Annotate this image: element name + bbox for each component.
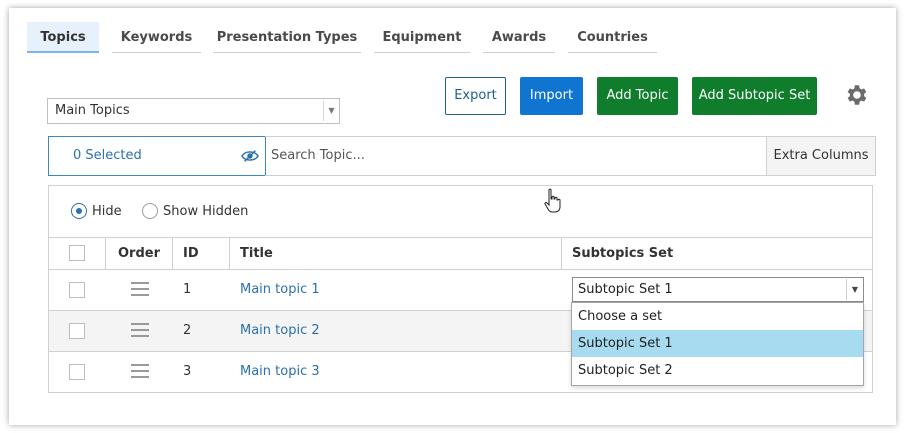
add-topic-button[interactable]: Add Topic bbox=[597, 77, 678, 115]
gear-icon[interactable] bbox=[843, 82, 869, 108]
row-checkbox[interactable] bbox=[69, 282, 85, 298]
column-header-title[interactable]: Title bbox=[230, 238, 562, 269]
row-checkbox[interactable] bbox=[69, 364, 85, 380]
drag-handle-icon[interactable] bbox=[131, 323, 149, 341]
drag-handle-icon[interactable] bbox=[131, 282, 149, 300]
tab-equipment[interactable]: Equipment bbox=[374, 22, 470, 53]
drag-handle-icon[interactable] bbox=[131, 364, 149, 382]
subtopic-set-select[interactable]: Subtopic Set 1 ▼ bbox=[572, 277, 864, 302]
option-subtopic-set-2[interactable]: Subtopic Set 2 bbox=[572, 357, 863, 384]
row-title-link[interactable]: Main topic 3 bbox=[240, 352, 320, 392]
tab-presentation-types[interactable]: Presentation Types bbox=[213, 22, 361, 53]
row-id: 3 bbox=[183, 364, 192, 379]
tab-countries[interactable]: Countries bbox=[568, 22, 657, 53]
radio-button-checked[interactable] bbox=[71, 203, 87, 219]
subtopic-set-value: Subtopic Set 1 bbox=[578, 282, 673, 297]
option-choose-a-set[interactable]: Choose a set bbox=[572, 303, 863, 330]
column-header-id[interactable]: ID bbox=[173, 238, 230, 269]
column-header-order[interactable]: Order bbox=[106, 238, 173, 269]
row-title-link[interactable]: Main topic 2 bbox=[240, 311, 320, 351]
import-button[interactable]: Import bbox=[520, 77, 583, 115]
tab-topics[interactable]: Topics bbox=[27, 22, 99, 53]
export-button[interactable]: Export bbox=[445, 77, 506, 115]
chevron-down-icon: ▼ bbox=[323, 101, 339, 121]
radio-hide-label: Hide bbox=[92, 203, 122, 219]
chevron-down-icon[interactable]: ▼ bbox=[846, 279, 863, 300]
option-subtopic-set-1[interactable]: Subtopic Set 1 bbox=[572, 330, 863, 357]
selected-count-box[interactable]: 0 Selected bbox=[48, 136, 266, 176]
row-id: 1 bbox=[183, 282, 192, 297]
add-subtopic-set-button[interactable]: Add Subtopic Set bbox=[692, 77, 817, 115]
hand-cursor-icon bbox=[544, 188, 561, 213]
select-all-checkbox[interactable] bbox=[69, 245, 85, 261]
topic-group-value: Main Topics bbox=[55, 103, 130, 118]
row-id: 2 bbox=[183, 323, 192, 338]
tab-awards[interactable]: Awards bbox=[483, 22, 555, 53]
radio-show-hidden-label: Show Hidden bbox=[163, 203, 249, 219]
radio-show-hidden[interactable]: Show Hidden bbox=[142, 203, 248, 219]
column-header-subtopics-set[interactable]: Subtopics Set bbox=[562, 238, 872, 269]
topic-group-select[interactable]: Main Topics ▼ bbox=[47, 98, 340, 124]
radio-hide[interactable]: Hide bbox=[71, 203, 122, 219]
selected-count: 0 Selected bbox=[73, 148, 142, 163]
tab-keywords[interactable]: Keywords bbox=[112, 22, 201, 53]
row-checkbox[interactable] bbox=[69, 323, 85, 339]
extra-columns-button[interactable]: Extra Columns bbox=[766, 136, 876, 176]
subtopic-set-options: Choose a set Subtopic Set 1 Subtopic Set… bbox=[571, 302, 864, 386]
row-title-link[interactable]: Main topic 1 bbox=[240, 270, 320, 310]
table-header: Order ID Title Subtopics Set bbox=[49, 237, 872, 269]
radio-button[interactable] bbox=[142, 203, 158, 219]
search-placeholder: Search Topic... bbox=[271, 148, 365, 163]
eye-slash-icon[interactable] bbox=[241, 148, 259, 164]
visibility-filter: Hide Show Hidden bbox=[49, 186, 872, 237]
search-input[interactable]: Search Topic... bbox=[265, 136, 767, 176]
